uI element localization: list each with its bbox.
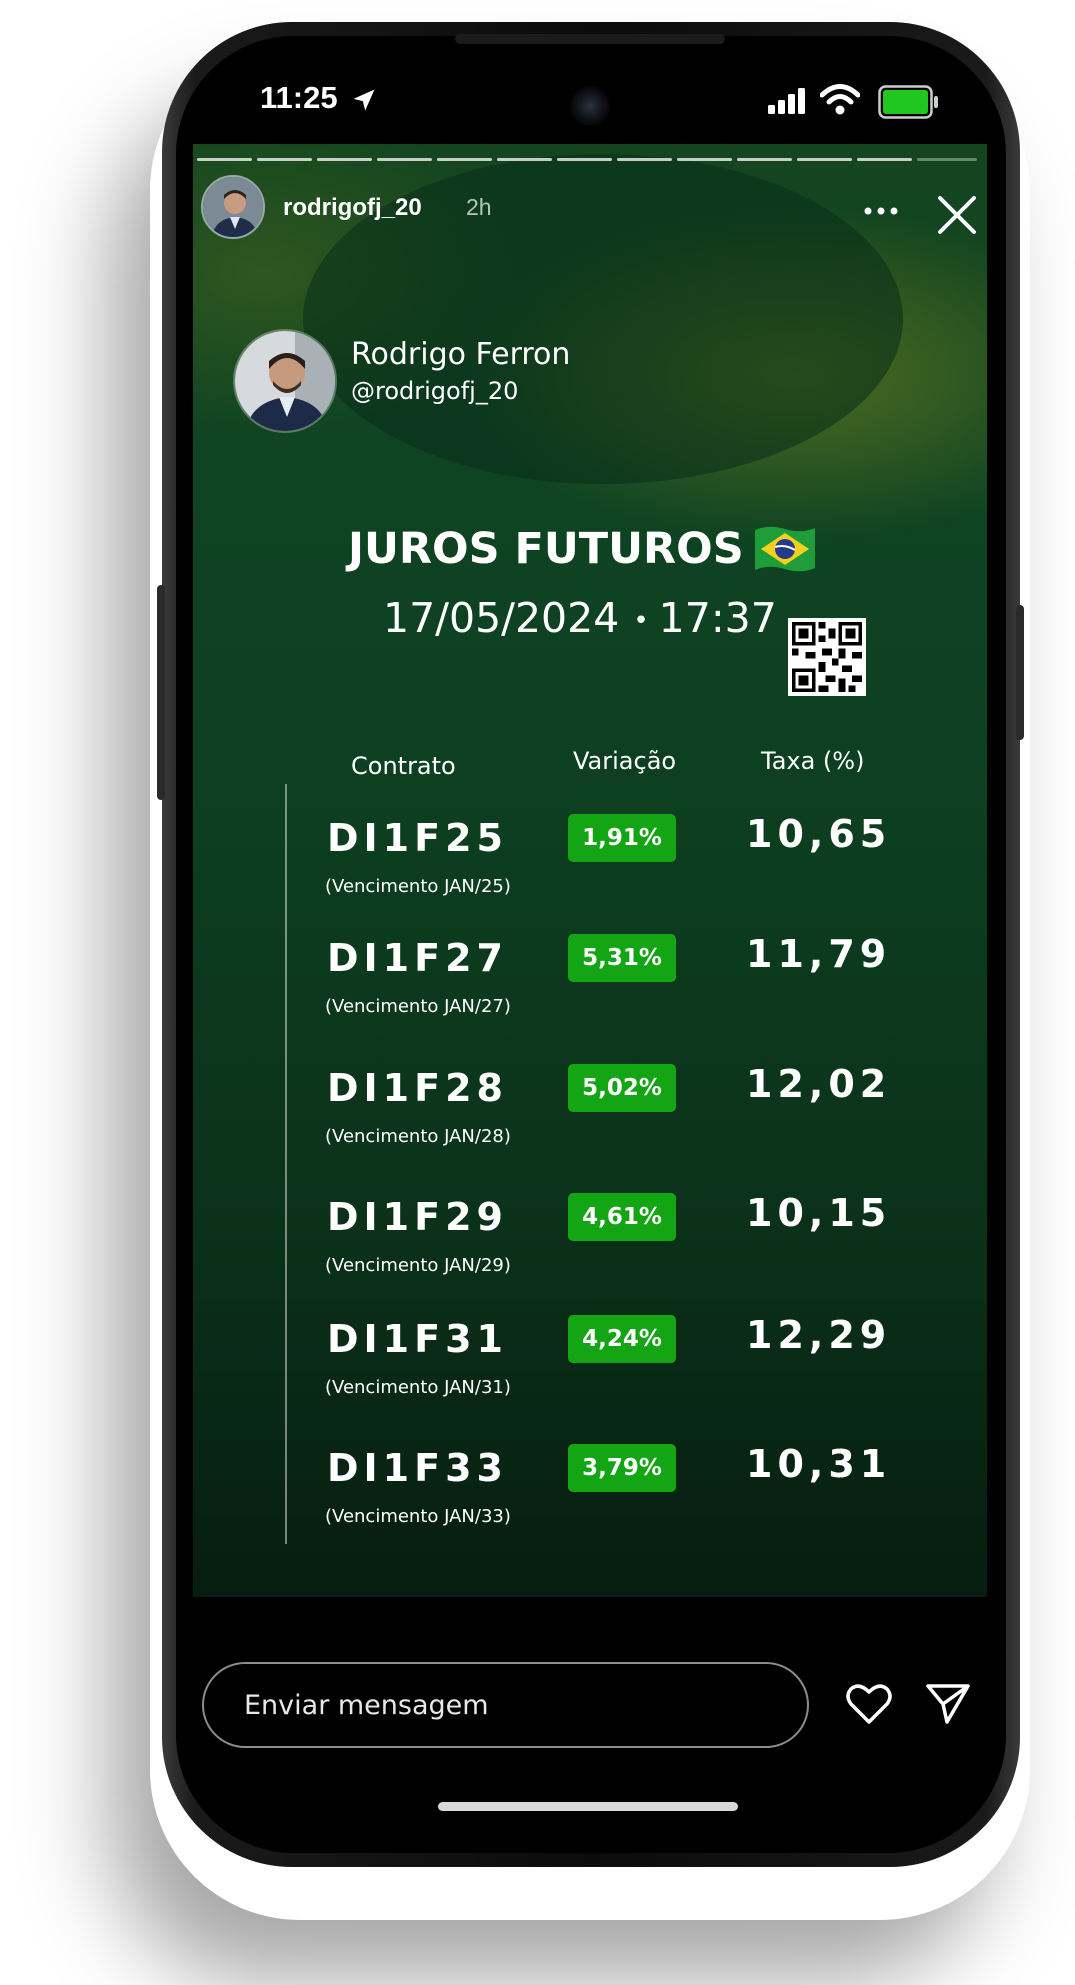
send-icon[interactable] xyxy=(925,1682,971,1726)
contract-row: DI1F27 (Vencimento JAN/27) 5,31% 11,79 xyxy=(193,932,987,1056)
progress-segment xyxy=(377,158,432,161)
contract-code: DI1F29 xyxy=(327,1195,508,1239)
progress-segment xyxy=(737,158,792,161)
contract-row: DI1F25 (Vencimento JAN/25) 1,91% 10,65 xyxy=(193,812,987,936)
progress-segment xyxy=(437,158,492,161)
progress-segment xyxy=(557,158,612,161)
progress-segment xyxy=(677,158,732,161)
author-avatar xyxy=(233,329,337,433)
column-header-variation: Variação xyxy=(573,747,677,775)
side-button-right xyxy=(1016,605,1024,740)
speaker-slot xyxy=(455,34,725,44)
rate-value: 10,65 xyxy=(746,812,892,856)
contract-code: DI1F28 xyxy=(327,1066,508,1110)
contract-maturity: (Vencimento JAN/31) xyxy=(325,1377,511,1398)
progress-segment xyxy=(197,158,252,161)
progress-segment xyxy=(257,158,312,161)
contract-maturity: (Vencimento JAN/33) xyxy=(325,1506,511,1527)
headline-datetime: 17/05/2024 • 17:37 xyxy=(383,594,777,642)
headline-date: 17/05/2024 xyxy=(383,594,620,642)
variation-badge: 5,02% xyxy=(568,1064,676,1112)
progress-segment xyxy=(917,158,977,161)
contract-maturity: (Vencimento JAN/28) xyxy=(325,1126,511,1147)
rate-value: 12,02 xyxy=(746,1062,892,1106)
variation-badge: 4,61% xyxy=(568,1193,676,1241)
side-button-left xyxy=(157,585,165,800)
phone-screen: 11:25 rodrigofj_20 2h Rodrigo Ferron @ro… xyxy=(190,52,990,1837)
rate-value: 12,29 xyxy=(746,1313,892,1357)
qr-code[interactable] xyxy=(788,618,866,696)
story-time-ago: 2h xyxy=(466,194,492,220)
contract-row: DI1F29 (Vencimento JAN/29) 4,61% 10,15 xyxy=(193,1191,987,1315)
contract-row: DI1F28 (Vencimento JAN/28) 5,02% 12,02 xyxy=(193,1062,987,1186)
contract-code: DI1F27 xyxy=(327,936,508,980)
contract-maturity: (Vencimento JAN/27) xyxy=(325,996,511,1017)
headline-title: JUROS FUTUROS xyxy=(348,524,744,574)
variation-badge: 3,79% xyxy=(568,1444,676,1492)
progress-segment xyxy=(797,158,852,161)
more-options-icon[interactable] xyxy=(863,206,899,216)
signal-icon xyxy=(768,88,805,114)
rate-value: 10,15 xyxy=(746,1191,892,1235)
progress-segment xyxy=(497,158,552,161)
story-avatar[interactable] xyxy=(201,175,265,239)
column-header-contract: Contrato xyxy=(351,752,456,780)
status-time: 11:25 xyxy=(260,80,338,115)
contract-row: DI1F31 (Vencimento JAN/31) 4,24% 12,29 xyxy=(193,1313,987,1437)
variation-badge: 4,24% xyxy=(568,1315,676,1363)
contract-row: DI1F33 (Vencimento JAN/33) 3,79% 10,31 xyxy=(193,1442,987,1566)
headline-separator: • xyxy=(633,606,649,636)
progress-segment xyxy=(317,158,372,161)
location-arrow-icon xyxy=(353,89,375,111)
progress-segment xyxy=(617,158,672,161)
story-username[interactable]: rodrigofj_20 xyxy=(283,194,422,222)
column-header-rate: Taxa (%) xyxy=(761,747,865,775)
battery-icon xyxy=(878,85,938,119)
home-indicator[interactable] xyxy=(438,1802,738,1811)
contract-code: DI1F33 xyxy=(327,1446,508,1490)
close-icon[interactable] xyxy=(936,194,978,236)
wifi-icon xyxy=(820,84,860,115)
author-name: Rodrigo Ferron xyxy=(351,337,571,372)
brazil-flag-icon xyxy=(755,526,815,572)
message-input[interactable] xyxy=(202,1662,809,1748)
author-handle: @rodrigofj_20 xyxy=(351,377,519,405)
heart-icon[interactable] xyxy=(845,1682,893,1726)
contract-code: DI1F25 xyxy=(327,816,508,860)
front-camera xyxy=(570,86,610,126)
contract-maturity: (Vencimento JAN/29) xyxy=(325,1255,511,1276)
headline-time: 17:37 xyxy=(658,594,777,642)
variation-badge: 5,31% xyxy=(568,934,676,982)
contract-maturity: (Vencimento JAN/25) xyxy=(325,876,511,897)
rate-value: 10,31 xyxy=(746,1442,892,1486)
story-content: rodrigofj_20 2h Rodrigo Ferron @rodrigof… xyxy=(193,144,987,1597)
contract-code: DI1F31 xyxy=(327,1317,508,1361)
progress-segment xyxy=(857,158,912,161)
rate-value: 11,79 xyxy=(746,932,892,976)
variation-badge: 1,91% xyxy=(568,814,676,862)
